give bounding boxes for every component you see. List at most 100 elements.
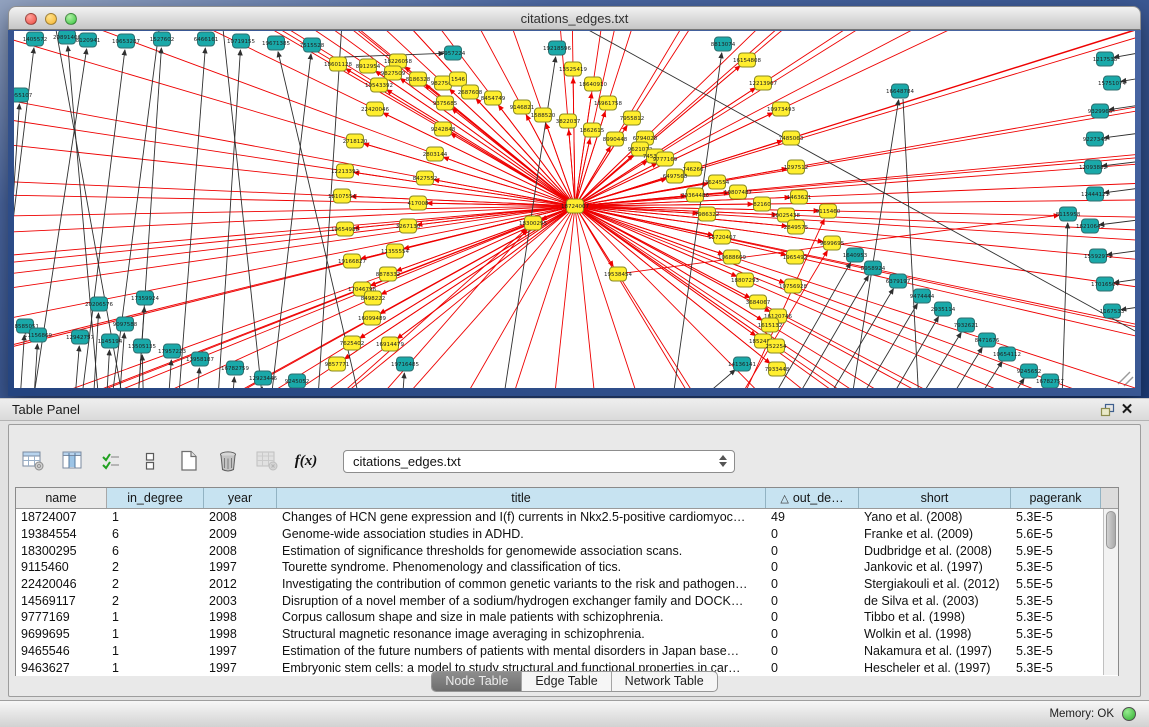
cell-out_degree: 0: [766, 627, 859, 641]
node-label: 3624554: [705, 180, 730, 186]
delete-table-icon[interactable]: [214, 448, 242, 474]
cell-short: Jankovic et al. (1997): [859, 560, 1011, 574]
node-label: 7932621: [954, 323, 979, 329]
cell-name: 14569117: [16, 594, 107, 608]
node-label: 1965492: [783, 255, 808, 261]
column-header-pagerank[interactable]: pagerank: [1011, 488, 1101, 508]
cell-pagerank: 5.3E-5: [1011, 510, 1101, 524]
node-label: 10653287: [112, 39, 140, 45]
node-label: 16648784: [886, 89, 914, 95]
table-panel-header[interactable]: Table Panel ✕: [0, 398, 1149, 421]
close-icon[interactable]: ✕: [1117, 401, 1137, 419]
table-row[interactable]: 1830029562008Estimation of significance …: [16, 542, 1118, 559]
node-label: 1640953: [843, 253, 868, 259]
cell-pagerank: 5.9E-5: [1011, 544, 1101, 558]
cell-short: Tibbo et al. (1998): [859, 610, 1011, 624]
cell-pagerank: 5.3E-5: [1011, 594, 1101, 608]
row-height-icon[interactable]: [136, 448, 164, 474]
table-header-row: namein_degreeyeartitle△out_de…shortpager…: [16, 488, 1118, 509]
node-label: 7957224: [441, 51, 466, 57]
node-label: 9827509: [381, 71, 406, 77]
node-label: 15751074: [1098, 81, 1126, 87]
tab-network-table[interactable]: Network Table: [612, 672, 717, 691]
tab-edge-table[interactable]: Edge Table: [522, 672, 611, 691]
table-panel-title: Table Panel: [12, 402, 80, 417]
memory-ok-indicator-icon[interactable]: [1122, 707, 1136, 721]
column-header-short[interactable]: short: [859, 488, 1011, 508]
node-label: 1546: [451, 77, 465, 83]
node-label: 8912954: [356, 64, 381, 70]
node-label: 3684067: [746, 300, 771, 306]
cell-out_degree: 0: [766, 527, 859, 541]
column-chooser-icon[interactable]: [58, 448, 86, 474]
node-label: 18601128: [324, 62, 352, 68]
node-label: 1527602: [150, 37, 175, 43]
cell-name: 9465546: [16, 644, 107, 658]
node-label: 16782759: [221, 366, 249, 372]
node-label: 1145194: [98, 339, 123, 345]
cell-name: 18724007: [16, 510, 107, 524]
cell-in_degree: 1: [107, 644, 204, 658]
resize-grip-icon: [1118, 372, 1133, 386]
node-label: 9474444: [910, 294, 935, 300]
node-label: 1297512: [784, 165, 809, 171]
node-label: 10688609: [718, 255, 746, 261]
cell-title: Investigating the contribution of common…: [277, 577, 766, 591]
cell-pagerank: 5.5E-5: [1011, 577, 1101, 591]
table-tabs-bar: Node TableEdge TableNetwork Table: [9, 669, 1140, 693]
cell-out_degree: 0: [766, 610, 859, 624]
node-label: 1862615: [580, 128, 605, 134]
table-row[interactable]: 969969511998Structural magnetic resonanc…: [16, 626, 1118, 643]
table-settings-icon[interactable]: [19, 448, 47, 474]
node-label: 82160: [753, 202, 771, 208]
node-label: 6379197: [886, 279, 911, 285]
cell-short: Stergiakouli et al. (2012): [859, 577, 1011, 591]
cell-name: 22420046: [16, 577, 107, 591]
column-header-out_degree[interactable]: △out_de…: [766, 488, 859, 508]
node-label: 10756928: [779, 284, 807, 290]
column-header-name[interactable]: name: [16, 488, 107, 508]
node-label: 19671385: [262, 41, 290, 47]
node-label: 12923446: [249, 376, 277, 382]
citation-network-graph[interactable]: 1405572208914068120941106532871527602646…: [14, 31, 1135, 388]
new-table-icon[interactable]: [175, 448, 203, 474]
cell-name: 9777169: [16, 610, 107, 624]
zoom-button[interactable]: [65, 13, 77, 25]
scrollbar-thumb[interactable]: [1106, 511, 1116, 549]
float-window-icon[interactable]: [1097, 401, 1117, 419]
table-row[interactable]: 977716911998Corpus callosum shape and si…: [16, 609, 1118, 626]
delete-column-icon[interactable]: [253, 448, 281, 474]
vertical-scrollbar[interactable]: [1103, 509, 1118, 675]
function-builder-icon[interactable]: f(x): [292, 448, 320, 474]
node-label: 16154808: [733, 58, 761, 64]
network-canvas[interactable]: 1405572208914068120941106532871527602646…: [14, 31, 1135, 388]
table-row[interactable]: 2242004622012Investigating the contribut…: [16, 576, 1118, 593]
minimize-button[interactable]: [45, 13, 57, 25]
column-header-in_degree[interactable]: in_degree: [107, 488, 204, 508]
node-label: 2055107: [14, 93, 33, 99]
table-row[interactable]: 1872400712008Changes of HCN gene express…: [16, 509, 1118, 526]
table-row[interactable]: 911546021997Tourette syndrome. Phenomeno…: [16, 559, 1118, 576]
node-label: 9115460: [816, 209, 841, 215]
table-row[interactable]: 1456911722003Disruption of a novel membe…: [16, 592, 1118, 609]
select-rows-icon[interactable]: [97, 448, 125, 474]
node-label: 22420046: [361, 107, 389, 113]
close-button[interactable]: [25, 13, 37, 25]
cell-name: 9115460: [16, 560, 107, 574]
table-selector-dropdown[interactable]: citations_edges.txt: [343, 450, 735, 473]
cell-year: 2009: [204, 527, 277, 541]
network-window-titlebar[interactable]: citations_edges.txt: [8, 6, 1141, 30]
cell-pagerank: 5.6E-5: [1011, 527, 1101, 541]
column-header-title[interactable]: title: [277, 488, 766, 508]
cell-out_degree: 49: [766, 510, 859, 524]
node-label: 1167533: [1100, 309, 1125, 315]
cell-in_degree: 2: [107, 577, 204, 591]
table-row[interactable]: 1938455462009Genome-wide association stu…: [16, 526, 1118, 543]
tab-node-table[interactable]: Node Table: [432, 672, 522, 691]
cell-title: Corpus callosum shape and size in male p…: [277, 610, 766, 624]
cell-pagerank: 5.3E-5: [1011, 644, 1101, 658]
table-row[interactable]: 946554611997Estimation of the future num…: [16, 643, 1118, 660]
cell-in_degree: 1: [107, 627, 204, 641]
column-header-year[interactable]: year: [204, 488, 277, 508]
cell-pagerank: 5.3E-5: [1011, 627, 1101, 641]
